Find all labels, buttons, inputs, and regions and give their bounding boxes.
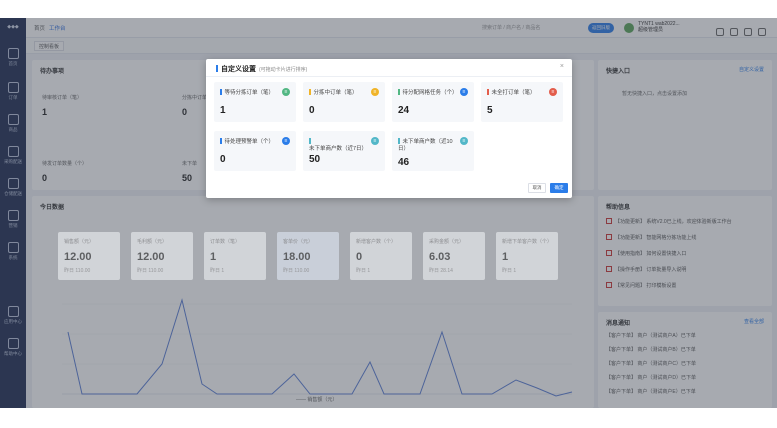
modal-divider xyxy=(206,76,572,77)
modal-title-text: 自定义设置 xyxy=(221,66,256,73)
card-drag-icon[interactable]: ≡ xyxy=(282,137,290,145)
stat-value: 1 xyxy=(502,251,509,263)
stat-value: 0 xyxy=(356,251,363,263)
custom-card[interactable]: 待处理预警单（个） 0 ≡ xyxy=(214,131,296,171)
card-label: 分拣中订单（笔） xyxy=(309,89,371,97)
stat-sub: 昨日 1 xyxy=(356,268,371,274)
card-label: 未全打订单（笔） xyxy=(487,89,549,97)
card-label: 待处理预警单（个） xyxy=(220,138,282,146)
card-drag-icon[interactable]: ≡ xyxy=(371,137,379,145)
stat-value: 6.03 xyxy=(429,251,451,263)
card-accent xyxy=(309,89,311,95)
stat-value: 18.00 xyxy=(283,251,311,263)
stat-name: 采购金额（元） xyxy=(429,239,465,245)
close-icon[interactable]: × xyxy=(560,63,564,70)
title-accent xyxy=(216,65,218,72)
card-accent xyxy=(309,138,311,144)
card-value: 5 xyxy=(487,105,493,116)
stat-name: 新增下单客户数（个） xyxy=(502,239,553,245)
card-label-text: 未下单商户数（近10日） xyxy=(398,139,453,152)
custom-settings-modal: 自定义设置 (可拖动卡片进行排序) × 等待分拣订单（笔） 1 ≡ 分拣中订单（笔） 0 ≡… xyxy=(206,59,572,198)
modal-title: 自定义设置 (可拖动卡片进行排序) xyxy=(216,64,307,74)
stat-value: 12.00 xyxy=(137,251,165,263)
card-value: 0 xyxy=(309,105,315,116)
card-accent xyxy=(220,89,222,95)
stat-card[interactable]: 订单数（笔） 1 昨日 1 xyxy=(204,232,266,280)
modal-subtitle: (可拖动卡片进行排序) xyxy=(259,67,308,73)
custom-card[interactable]: 分拣中订单（笔） 0 ≡ xyxy=(303,82,385,122)
custom-card[interactable]: 未全打订单（笔） 5 ≡ xyxy=(481,82,563,122)
stat-value: 12.00 xyxy=(64,251,92,263)
stat-name: 订单数（笔） xyxy=(210,239,241,245)
card-label-text: 未全打订单（笔） xyxy=(491,90,536,96)
card-label: 待分配网格任务（个） xyxy=(398,89,460,97)
card-accent xyxy=(398,138,400,144)
card-label: 等待分拣订单（笔） xyxy=(220,89,282,97)
stat-sub: 昨日 1 xyxy=(210,268,225,274)
card-label: 未下单商户数（近7日） xyxy=(309,138,371,153)
card-label-text: 分拣中订单（笔） xyxy=(313,90,358,96)
card-drag-icon[interactable]: ≡ xyxy=(282,88,290,96)
stat-card[interactable]: 新增下单客户数（个） 1 昨日 1 xyxy=(496,232,558,280)
custom-card[interactable]: 待分配网格任务（个） 24 ≡ xyxy=(392,82,474,122)
stat-sub: 昨日 1 xyxy=(502,268,517,274)
card-accent xyxy=(487,89,489,95)
card-label-text: 等待分拣订单（笔） xyxy=(224,90,275,96)
stat-card[interactable]: 采购金额（元） 6.03 昨日 28.14 xyxy=(423,232,485,280)
stat-card[interactable]: 销售额（元） 12.00 昨日 110.00 xyxy=(58,232,120,280)
stat-name: 新增客户数（个） xyxy=(356,239,397,245)
card-label-text: 待处理预警单（个） xyxy=(224,139,275,145)
card-drag-icon[interactable]: ≡ xyxy=(371,88,379,96)
card-label-text: 未下单商户数（近7日） xyxy=(309,146,368,152)
card-value: 50 xyxy=(309,154,321,165)
cancel-button[interactable]: 取消 xyxy=(528,183,546,193)
card-accent xyxy=(398,89,400,95)
stat-sub: 昨日 110.00 xyxy=(137,268,164,274)
custom-card[interactable]: 等待分拣订单（笔） 1 ≡ xyxy=(214,82,296,122)
card-drag-icon[interactable]: ≡ xyxy=(549,88,557,96)
card-accent xyxy=(220,138,222,144)
card-drag-icon[interactable]: ≡ xyxy=(460,88,468,96)
stat-name: 毛利额（元） xyxy=(137,239,168,245)
stats-container: 销售额（元） 12.00 昨日 110.00 毛利额（元） 12.00 昨日 110.00… xyxy=(58,222,578,280)
stat-name: 销售额（元） xyxy=(64,239,95,245)
custom-card[interactable]: 未下单商户数（近10日） 46 ≡ xyxy=(392,131,474,171)
stat-sub: 昨日 110.00 xyxy=(283,268,310,274)
stat-card[interactable]: 毛利额（元） 12.00 昨日 110.00 xyxy=(131,232,193,280)
custom-card[interactable]: 未下单商户数（近7日） 50 ≡ xyxy=(303,131,385,171)
stat-card[interactable]: 客单价（元） 18.00 昨日 110.00 xyxy=(277,232,339,280)
stat-name: 客单价（元） xyxy=(283,239,314,245)
card-drag-icon[interactable]: ≡ xyxy=(460,137,468,145)
card-value: 0 xyxy=(220,154,226,165)
stat-sub: 昨日 28.14 xyxy=(429,268,453,274)
card-label: 未下单商户数（近10日） xyxy=(398,138,460,153)
card-value: 1 xyxy=(220,105,226,116)
stat-sub: 昨日 110.00 xyxy=(64,268,91,274)
card-value: 46 xyxy=(398,157,410,168)
stat-value: 1 xyxy=(210,251,217,263)
card-value: 24 xyxy=(398,105,410,116)
stat-card[interactable]: 新增客户数（个） 0 昨日 1 xyxy=(350,232,412,280)
ok-button[interactable]: 确定 xyxy=(550,183,568,193)
card-label-text: 待分配网格任务（个） xyxy=(402,90,458,96)
